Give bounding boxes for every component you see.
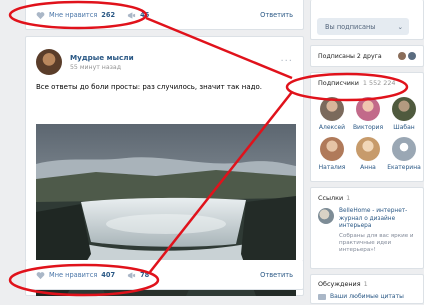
post-footer: Мне нравится 407 78 Ответить — [25, 260, 304, 290]
community-sidebar: Вы подписаны ⌄ Подписаны 2 друга Подписч… — [310, 0, 424, 305]
like-label: Мне нравится — [49, 271, 98, 279]
chevron-down-icon: ⌄ — [397, 22, 403, 31]
default-avatar-icon[interactable] — [392, 137, 416, 161]
link-thumbnail[interactable] — [318, 208, 334, 224]
discussion-title[interactable]: Ваши любимые цитаты — [330, 293, 404, 300]
like-count: 262 — [101, 11, 116, 19]
links-count: 1 — [346, 194, 351, 202]
subscriber-item[interactable]: Виктория — [350, 97, 386, 131]
reply-link-top[interactable]: Ответить — [260, 11, 293, 19]
avatar[interactable] — [392, 97, 416, 121]
subscriber-name[interactable]: Алексей — [319, 124, 345, 131]
avatar[interactable] — [408, 52, 416, 60]
link-description: Собраны для вас яркие и практичные идеи … — [339, 232, 414, 254]
avatar[interactable] — [320, 137, 344, 161]
discussions-header[interactable]: Обсуждения 1 — [318, 280, 416, 288]
repost-count: 46 — [140, 11, 150, 19]
repost-button[interactable]: 78 — [127, 271, 149, 280]
subscriber-item[interactable]: Шабан — [386, 97, 422, 131]
chat-icon — [318, 293, 326, 300]
post-actions: Мне нравится 407 78 Ответить — [26, 260, 303, 290]
avatar[interactable] — [398, 52, 406, 60]
more-options-icon[interactable]: ··· — [280, 56, 293, 67]
avatar[interactable] — [356, 97, 380, 121]
link-title[interactable]: BelleHome - интернет-журнал о дизайне ин… — [339, 208, 416, 231]
avatar[interactable] — [320, 97, 344, 121]
author-avatar[interactable] — [36, 48, 62, 75]
post-card: Мудрые мысли 55 минут назад ··· Все отве… — [25, 36, 304, 296]
subscriber-item[interactable]: Алексей — [314, 97, 350, 131]
like-label: Мне нравится — [49, 11, 98, 19]
friends-label: Подписаны 2 друга — [318, 52, 382, 60]
post-time[interactable]: 55 минут назад — [70, 64, 134, 71]
link-text: BelleHome - интернет-журнал о дизайне ин… — [339, 208, 416, 254]
subscribed-label: Вы подписаны — [325, 22, 376, 31]
subscribers-label: Подписчики — [318, 79, 359, 87]
subscribe-box: Вы подписаны ⌄ — [310, 0, 424, 40]
discussions-label: Обсуждения — [318, 280, 361, 288]
repost-button-top[interactable]: 46 — [127, 11, 149, 20]
post-actions-top: Мне нравится 262 46 Ответить — [26, 0, 303, 30]
previous-post-footer: Мне нравится 262 46 Ответить — [25, 0, 304, 30]
subscribers-count: 1 552 224 — [362, 79, 396, 87]
links-header[interactable]: Ссылки 1 — [318, 194, 416, 202]
post-meta: Мудрые мысли 55 минут назад — [70, 53, 134, 71]
post-header: Мудрые мысли 55 минут назад ··· — [26, 37, 303, 77]
discussions-block: Обсуждения 1 Ваши любимые цитаты — [310, 274, 424, 304]
subscriber-item[interactable]: Анна — [350, 137, 386, 171]
like-button[interactable]: Мне нравится 407 — [36, 271, 115, 280]
subscriber-name[interactable]: Шабан — [393, 124, 414, 131]
like-button-top[interactable]: Мне нравится 262 — [36, 11, 115, 20]
discussion-item[interactable]: Ваши любимые цитаты — [318, 293, 416, 300]
avatar[interactable] — [356, 137, 380, 161]
links-label: Ссылки — [318, 194, 344, 202]
heart-icon — [36, 271, 45, 279]
subscribed-button[interactable]: Вы подписаны ⌄ — [317, 18, 409, 35]
subscribers-grid: Алексей Виктория Шабан Наталия Анна Екат… — [314, 97, 422, 171]
subscribers-header[interactable]: Подписчики 1 552 224 — [311, 73, 423, 87]
subscriber-name[interactable]: Екатерина — [387, 164, 421, 171]
subscriber-name[interactable]: Анна — [360, 164, 376, 171]
post-text: Все ответы до боли просты: раз случилось… — [36, 83, 262, 91]
repost-count: 78 — [140, 271, 150, 279]
subscriber-item[interactable]: Екатерина — [386, 137, 422, 171]
friend-avatars — [398, 52, 416, 60]
link-item[interactable]: BelleHome - интернет-журнал о дизайне ин… — [318, 208, 416, 254]
reply-link[interactable]: Ответить — [260, 271, 293, 279]
links-block: Ссылки 1 BelleHome - интернет-журнал о ди… — [310, 187, 424, 269]
friends-subscribed[interactable]: Подписаны 2 друга — [310, 45, 424, 67]
like-count: 407 — [101, 271, 116, 279]
megaphone-icon — [127, 271, 136, 279]
subscriber-name[interactable]: Наталия — [319, 164, 346, 171]
heart-icon — [36, 11, 45, 19]
discussions-count: 1 — [363, 280, 368, 288]
megaphone-icon — [127, 11, 136, 19]
subscriber-name[interactable]: Виктория — [353, 124, 383, 131]
subscribers-block: Подписчики 1 552 224 Алексей Виктория Ша… — [310, 72, 424, 182]
post-author[interactable]: Мудрые мысли — [70, 53, 134, 62]
subscriber-item[interactable]: Наталия — [314, 137, 350, 171]
news-feed: Мне нравится 262 46 Ответить Мудрые мысл… — [25, 0, 304, 296]
